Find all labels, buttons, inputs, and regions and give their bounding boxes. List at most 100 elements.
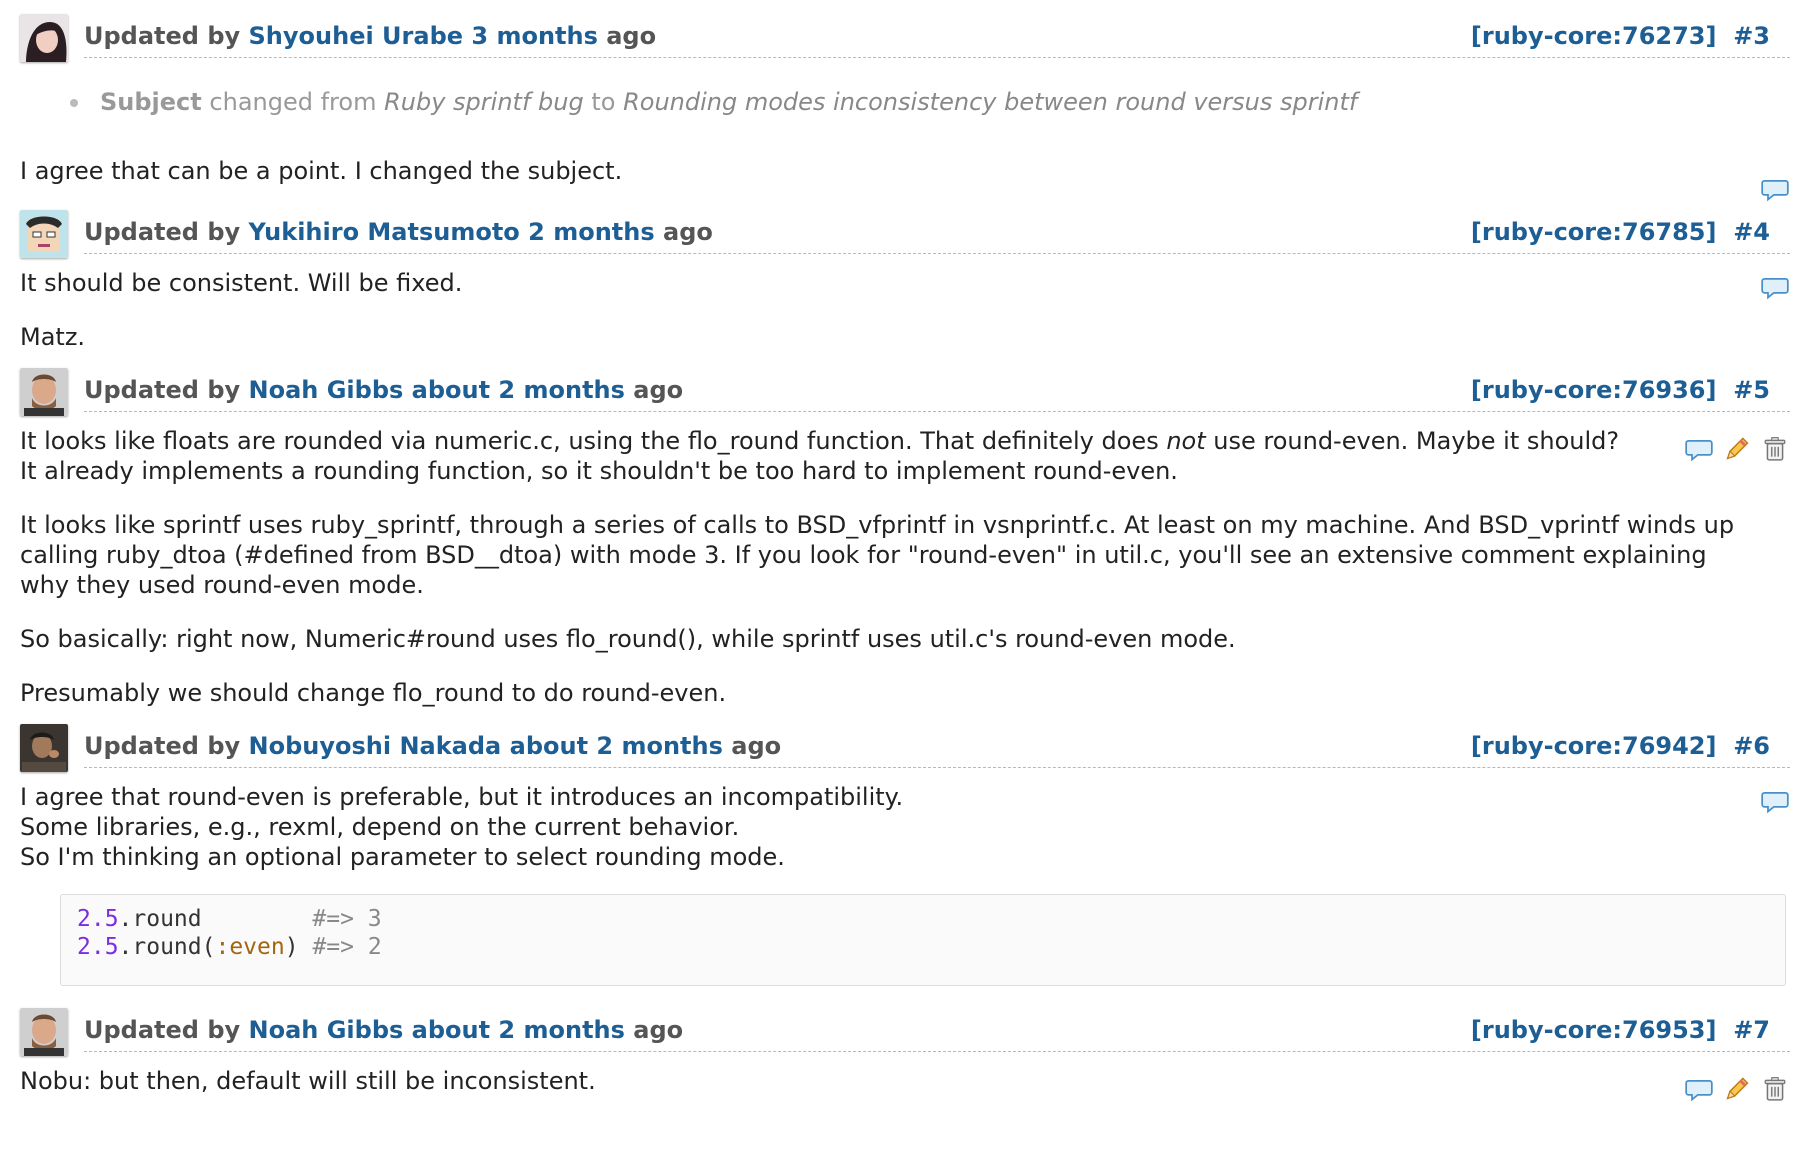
note-paragraph: So basically: right now, Numeric#round u… xyxy=(20,625,1236,653)
author-link[interactable]: Yukihiro Matsumoto xyxy=(249,218,520,246)
change-details: Subject changed from Ruby sprintf bug to… xyxy=(0,69,1806,135)
ago-label: ago xyxy=(633,376,684,404)
delete-icon[interactable] xyxy=(1760,1074,1790,1104)
avatar[interactable] xyxy=(20,368,68,416)
delete-icon[interactable] xyxy=(1760,434,1790,464)
author-link[interactable]: Noah Gibbs xyxy=(249,1016,404,1044)
note-paragraph: Matz. xyxy=(20,323,86,351)
journal-entry-7: Updated by Noah Gibbs about 2 months ago… xyxy=(0,1008,1806,1096)
code-comment: #=> 2 xyxy=(312,934,382,960)
quote-icon[interactable] xyxy=(1760,174,1790,204)
journal-entry-3: Updated by Shyouhei Urabe 3 months ago [… xyxy=(0,0,1806,204)
code-number: 2.5 xyxy=(77,934,119,960)
quote-icon[interactable] xyxy=(1760,272,1790,302)
code-comment: #=> 3 xyxy=(312,906,382,932)
detail-field: Subject xyxy=(100,88,202,116)
journal-header: Updated by Nobuyoshi Nakada about 2 mont… xyxy=(20,724,1790,772)
detail-to: to xyxy=(591,88,616,116)
time-link[interactable]: about 2 months xyxy=(412,376,625,404)
journal-note: I agree that round-even is preferable, b… xyxy=(20,782,1790,872)
note-paragraph: Presumably we should change flo_round to… xyxy=(20,679,727,707)
edit-icon[interactable] xyxy=(1722,434,1752,464)
time-link[interactable]: 2 months xyxy=(528,218,654,246)
journal-header: Updated by Noah Gibbs about 2 months ago… xyxy=(20,1008,1790,1056)
note-paragraph: It should be consistent. Will be fixed. xyxy=(20,269,463,297)
time-link[interactable]: 3 months xyxy=(471,22,597,50)
note-actions xyxy=(1760,786,1790,816)
note-number-link[interactable]: #3 xyxy=(1733,22,1770,50)
ruby-core-ref-link[interactable]: [ruby-core:76785] xyxy=(1471,218,1717,246)
issue-history: Updated by Shyouhei Urabe 3 months ago [… xyxy=(0,0,1806,1096)
note-actions xyxy=(1684,1074,1790,1104)
journal-header-line: Updated by Yukihiro Matsumoto 2 months a… xyxy=(84,210,1790,254)
quote-icon[interactable] xyxy=(1684,434,1714,464)
journal-note: It looks like floats are rounded via num… xyxy=(20,426,1790,708)
note-text: It already implements a rounding functio… xyxy=(20,457,1178,485)
note-text: calling ruby_dtoa (#defined from BSD__dt… xyxy=(20,541,1707,569)
journal-note: Nobu: but then, default will still be in… xyxy=(20,1066,1790,1096)
avatar[interactable] xyxy=(20,210,68,258)
updated-by-label: Updated by xyxy=(84,218,241,246)
time-link[interactable]: about 2 months xyxy=(412,1016,625,1044)
detail-changed-from: changed from xyxy=(209,88,377,116)
journal-header: Updated by Yukihiro Matsumoto 2 months a… xyxy=(20,210,1790,258)
note-actions xyxy=(1684,434,1790,464)
note-number-link[interactable]: #5 xyxy=(1733,376,1770,404)
code-paren: ) xyxy=(284,934,313,960)
note-emphasis: not xyxy=(1166,427,1206,455)
author-link[interactable]: Nobuyoshi Nakada xyxy=(249,732,502,760)
avatar[interactable] xyxy=(20,14,68,62)
journal-entry-6: Updated by Nobuyoshi Nakada about 2 mont… xyxy=(0,724,1806,986)
author-link[interactable]: Shyouhei Urabe xyxy=(249,22,464,50)
journal-header: Updated by Shyouhei Urabe 3 months ago [… xyxy=(20,14,1790,62)
note-line: I agree that round-even is preferable, b… xyxy=(20,783,904,811)
detail-new-value: Rounding modes inconsistency between rou… xyxy=(623,88,1358,116)
journal-header-line: Updated by Shyouhei Urabe 3 months ago [… xyxy=(84,14,1790,58)
ago-label: ago xyxy=(606,22,657,50)
time-link[interactable]: about 2 months xyxy=(510,732,723,760)
journal-note: I agree that can be a point. I changed t… xyxy=(20,156,1790,204)
updated-by-label: Updated by xyxy=(84,1016,241,1044)
avatar[interactable] xyxy=(20,724,68,772)
ruby-core-ref-link[interactable]: [ruby-core:76273] xyxy=(1471,22,1717,50)
ago-label: ago xyxy=(663,218,713,246)
quote-icon[interactable] xyxy=(1760,786,1790,816)
note-paragraph: I agree that round-even is preferable, b… xyxy=(20,782,1660,872)
code-symbol: :even xyxy=(215,934,285,960)
note-text: It looks like sprintf uses ruby_sprintf,… xyxy=(20,511,1735,539)
ago-label: ago xyxy=(633,1016,684,1044)
note-actions xyxy=(1760,272,1790,302)
journal-header-line: Updated by Nobuyoshi Nakada about 2 mont… xyxy=(84,724,1790,768)
note-text: use round-even. Maybe it should? xyxy=(1205,427,1620,455)
change-detail-item: Subject changed from Ruby sprintf bug to… xyxy=(70,69,1806,135)
note-text: why they used round-even mode. xyxy=(20,571,424,599)
quote-icon[interactable] xyxy=(1684,1074,1714,1104)
note-number-link[interactable]: #6 xyxy=(1733,732,1770,760)
code-block: 2.5.round #=> 3 2.5.round(:even) #=> 2 xyxy=(60,894,1786,986)
avatar[interactable] xyxy=(20,1008,68,1056)
journal-entry-5: Updated by Noah Gibbs about 2 months ago… xyxy=(0,368,1806,708)
updated-by-label: Updated by xyxy=(84,22,241,50)
journal-header-line: Updated by Noah Gibbs about 2 months ago… xyxy=(84,368,1790,412)
ruby-core-ref-link[interactable]: [ruby-core:76936] xyxy=(1471,376,1717,404)
note-paragraph: Nobu: but then, default will still be in… xyxy=(20,1067,596,1095)
note-number-link[interactable]: #4 xyxy=(1733,218,1770,246)
detail-old-value: Ruby sprintf bug xyxy=(384,88,584,116)
note-number-link[interactable]: #7 xyxy=(1733,1016,1770,1044)
ruby-core-ref-link[interactable]: [ruby-core:76953] xyxy=(1471,1016,1717,1044)
author-link[interactable]: Noah Gibbs xyxy=(249,376,404,404)
note-paragraph: I agree that can be a point. I changed t… xyxy=(20,157,623,185)
ago-label: ago xyxy=(731,732,782,760)
updated-by-label: Updated by xyxy=(84,376,241,404)
updated-by-label: Updated by xyxy=(84,732,241,760)
journal-header-line: Updated by Noah Gibbs about 2 months ago… xyxy=(84,1008,1790,1052)
edit-icon[interactable] xyxy=(1722,1074,1752,1104)
note-paragraph: It looks like floats are rounded via num… xyxy=(20,426,1640,486)
journal-header: Updated by Noah Gibbs about 2 months ago… xyxy=(20,368,1790,416)
journal-note: It should be consistent. Will be fixed. … xyxy=(20,268,1790,352)
ruby-core-ref-link[interactable]: [ruby-core:76942] xyxy=(1471,732,1717,760)
code-number: 2.5 xyxy=(77,906,119,932)
code-call: .round( xyxy=(118,934,216,960)
note-line: Some libraries, e.g., rexml, depend on t… xyxy=(20,813,740,841)
code-call: .round xyxy=(118,906,313,932)
